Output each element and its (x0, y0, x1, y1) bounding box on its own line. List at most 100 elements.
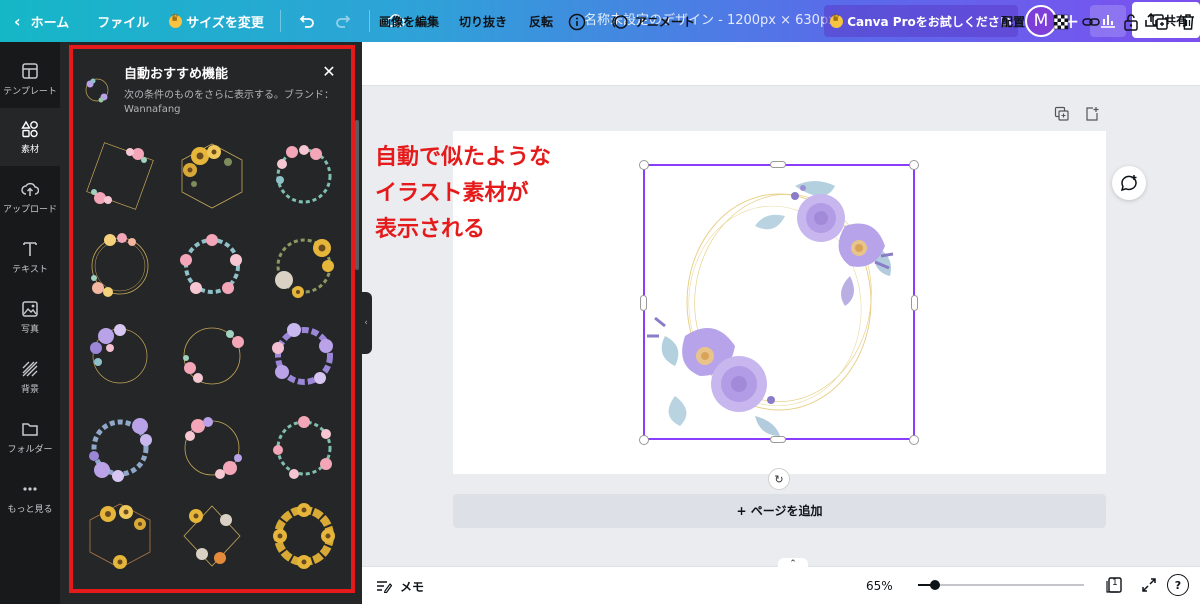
wreath-thumbnail[interactable] (264, 496, 344, 576)
wreath-thumbnail[interactable] (80, 136, 160, 216)
annotation-line: 表示される (375, 217, 486, 242)
page-count-button[interactable]: 1 (1105, 575, 1125, 595)
notes-label: メモ (400, 579, 425, 594)
wreath-thumbnail[interactable] (80, 316, 160, 396)
rail-label: 素材 (20, 144, 39, 155)
redo-icon (335, 15, 351, 28)
panel-description: 次の条件のものをさらに表示する。ブランド：Wannafang (124, 90, 334, 115)
chevron-left-icon: ‹ (14, 11, 21, 31)
fullscreen-icon[interactable] (1139, 575, 1159, 595)
rail-item-templates[interactable]: テンプレート (0, 50, 60, 108)
lock-icon[interactable] (1121, 12, 1141, 32)
context-toolbar (362, 42, 1200, 86)
comment-icon (1120, 175, 1137, 192)
wreath-thumbnail[interactable] (172, 226, 252, 306)
wreath-thumbnail[interactable] (80, 226, 160, 306)
wreath-thumbnail[interactable] (172, 496, 252, 576)
wreath-thumbnail[interactable] (80, 408, 160, 488)
rail-item-background[interactable]: 背景 (0, 348, 60, 406)
rail-item-more[interactable]: もっと見る (0, 468, 60, 526)
crown-icon (830, 13, 844, 28)
rail-item-folders[interactable]: フォルダー (0, 408, 60, 466)
add-page-icon[interactable] (1084, 106, 1104, 126)
help-button[interactable]: ? (1167, 574, 1189, 596)
selection-box (643, 164, 915, 440)
edit-image-button[interactable]: 画像を編集 (379, 0, 439, 44)
undo-button[interactable] (287, 0, 325, 42)
upload-icon (21, 182, 39, 196)
rail-label: もっと見る (7, 504, 53, 515)
rail-item-elements[interactable]: 素材 (0, 108, 60, 166)
rotate-handle[interactable]: ↻ (768, 468, 790, 490)
rail-label: 写真 (20, 324, 39, 335)
home-label: ホーム (30, 15, 70, 31)
resize-handle[interactable] (909, 435, 919, 445)
resize-handle[interactable] (640, 295, 647, 311)
wreath-thumbnail[interactable] (172, 408, 252, 488)
annotation-line: 自動で似たような (375, 145, 552, 170)
zoom-value[interactable]: 65% (866, 576, 893, 596)
rail-item-photos[interactable]: 写真 (0, 288, 60, 346)
rail-label: フォルダー (7, 444, 53, 455)
rail-label: 背景 (20, 384, 39, 395)
add-page-button[interactable]: + ページを追加 (453, 494, 1106, 528)
side-rail: テンプレート 素材 アップロード テキスト 写真 背景 フォルダー もっと見る (0, 42, 60, 604)
resize-handle[interactable] (770, 161, 786, 168)
wreath-thumbnail[interactable] (264, 316, 344, 396)
try-pro-label: Canva Proをお試しください (847, 14, 1012, 29)
duplicate-icon[interactable] (1150, 12, 1170, 32)
notes-button[interactable]: メモ (376, 576, 424, 596)
info-icon[interactable] (567, 12, 587, 32)
file-menu[interactable]: ファイル (87, 0, 159, 42)
elements-icon (21, 120, 38, 137)
show-pages-button[interactable]: ⌃ (778, 558, 808, 570)
resize-handle[interactable] (909, 160, 919, 170)
background-icon (22, 361, 38, 376)
notes-icon (377, 581, 392, 593)
resize-handle[interactable] (639, 160, 649, 170)
rotate-icon: ↻ (774, 472, 784, 486)
wreath-thumbnail[interactable] (172, 136, 252, 216)
trash-icon[interactable] (1178, 12, 1198, 32)
chevron-left-icon: ‹ (364, 318, 368, 328)
resize-handle[interactable] (639, 435, 649, 445)
resize-button[interactable]: サイズを変更 (159, 0, 274, 42)
more-icon (23, 486, 37, 491)
resize-handle[interactable] (911, 295, 918, 311)
bar-chart-icon (1101, 15, 1115, 28)
resize-label: サイズを変更 (186, 15, 264, 31)
zoom-slider[interactable] (918, 580, 1084, 590)
wreath-thumbnail[interactable] (264, 408, 344, 488)
zoom-slider-knob[interactable] (929, 580, 940, 590)
divider (279, 10, 281, 32)
page-count: 1 (1112, 578, 1118, 588)
home-button[interactable]: ‹ ホーム (0, 0, 79, 42)
resize-handle[interactable] (770, 436, 786, 443)
text-icon (23, 241, 37, 256)
add-comment-button[interactable] (1112, 166, 1146, 200)
transparency-icon[interactable] (1051, 12, 1071, 32)
close-icon[interactable]: ✕ (320, 63, 338, 81)
divider (368, 10, 370, 32)
wreath-thumbnail[interactable] (264, 226, 344, 306)
animate-icon[interactable] (609, 12, 629, 32)
rail-item-text[interactable]: テキスト (0, 228, 60, 286)
wreath-thumbnail[interactable] (80, 496, 160, 576)
annotation-line: イラスト素材が (375, 181, 529, 206)
rail-item-uploads[interactable]: アップロード (0, 168, 60, 226)
panel-scrollbar[interactable] (355, 120, 359, 270)
position-button[interactable]: 配置 (1001, 0, 1025, 44)
link-icon[interactable] (1081, 12, 1101, 32)
wreath-thumbnail[interactable] (264, 136, 344, 216)
crop-button[interactable]: 切り抜き (459, 0, 507, 44)
panel-title: 自動おすすめ機能 (124, 67, 229, 82)
collapse-panel-button[interactable]: ‹ (360, 292, 372, 354)
flip-button[interactable]: 反転 (529, 0, 553, 44)
duplicate-page-icon[interactable] (1054, 106, 1074, 126)
rail-label: テキスト (12, 264, 48, 275)
try-pro-button[interactable]: Canva Proをお試しください (824, 5, 1018, 37)
wreath-thumbnail[interactable] (172, 316, 252, 396)
photo-icon (22, 300, 38, 317)
animate-button[interactable]: アニメート (635, 0, 695, 44)
redo-button[interactable] (325, 0, 363, 42)
